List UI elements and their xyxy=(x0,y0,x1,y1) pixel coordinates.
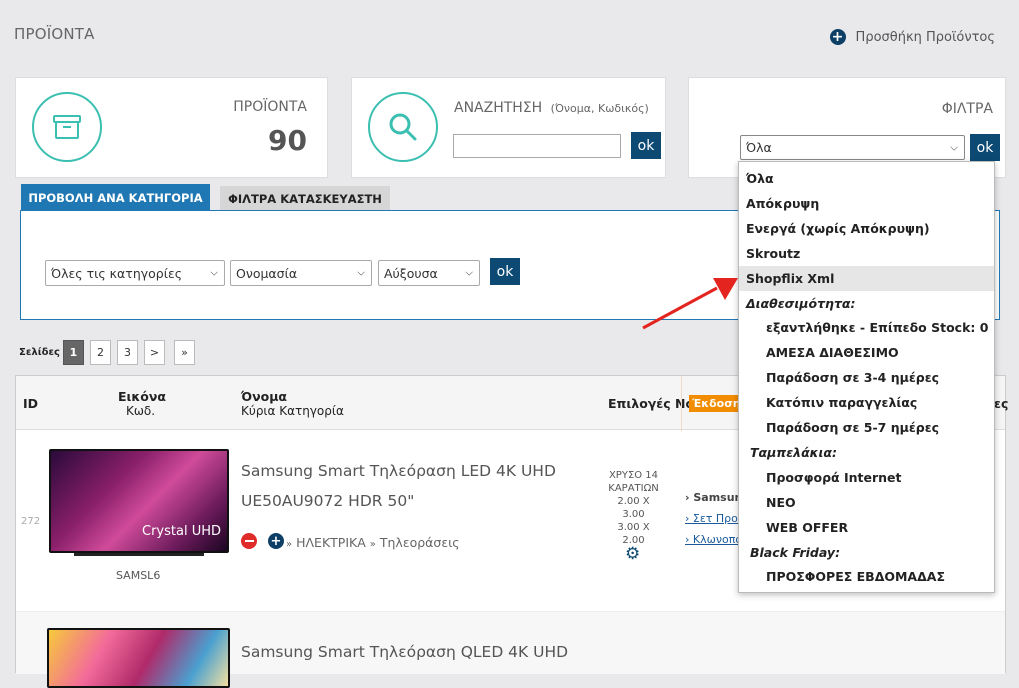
red-arrow-annotation xyxy=(642,278,738,330)
col-image: Εικόνα xyxy=(118,389,166,404)
col-version-badge: Έκδοση xyxy=(689,395,739,412)
dropdown-option[interactable]: ΝΕΟ xyxy=(739,490,994,515)
next-page-button[interactable]: > xyxy=(144,340,165,365)
chevron-down-icon: ⌵ xyxy=(357,267,365,279)
dropdown-option[interactable]: Προσφορά Internet xyxy=(739,465,994,490)
dropdown-option[interactable]: Shopflix Xml xyxy=(739,265,994,291)
search-icon xyxy=(368,92,438,162)
sort-by-select[interactable]: Ονομασία ⌵ xyxy=(230,260,372,286)
add-product-label: Προσθήκη Προϊόντος xyxy=(855,29,995,45)
tv-stand xyxy=(74,553,204,556)
option-line: 3.00 X xyxy=(617,522,650,533)
products-count: 90 xyxy=(268,124,307,157)
plus-circle-icon: + xyxy=(829,29,846,45)
search-hint: (Όνομα, Κωδικός) xyxy=(550,102,649,115)
archive-box-icon xyxy=(32,92,102,162)
dropdown-option[interactable]: Παράδοση σε 5-7 ημέρες xyxy=(739,415,994,440)
products-label: ΠΡΟΪΟΝΤΑ xyxy=(233,99,307,115)
sort-by-value: Ονομασία xyxy=(236,265,298,281)
add-product-link[interactable]: + Προσθήκη Προϊόντος xyxy=(829,29,995,45)
chevron-down-icon: ⌵ xyxy=(950,142,958,153)
dropdown-option[interactable]: Απόκρυψη xyxy=(739,191,994,216)
dropdown-option[interactable]: ΠΡΟΣΦΟΡΕΣ ΕΒΔΟΜΑΔΑΣ xyxy=(739,564,994,589)
col-cut: ες xyxy=(994,396,1009,411)
category-ok-button[interactable]: ok xyxy=(490,258,520,285)
gear-icon[interactable]: ⚙ xyxy=(625,546,640,563)
product-name-line1[interactable]: Samsung Smart Τηλεόραση LED 4K UHD xyxy=(241,462,556,480)
dropdown-option[interactable]: Παράδοση σε 3-4 ημέρες xyxy=(739,365,994,390)
search-title: ΑΝΑΖΗΤΗΣΗ xyxy=(454,100,543,116)
chevron-down-icon: ⌵ xyxy=(465,267,473,279)
filters-label: ΦΙΛΤΡΑ xyxy=(941,101,993,117)
search-ok-button[interactable]: ok xyxy=(631,132,661,159)
page-1-button[interactable]: 1 xyxy=(63,340,84,365)
option-line: ΚΑΡΑΤΙΩΝ xyxy=(608,483,659,494)
dropdown-option[interactable]: WEB OFFER xyxy=(739,515,994,540)
col-name: Όνομα xyxy=(241,389,288,404)
products-count-card: ΠΡΟΪΟΝΤΑ 90 xyxy=(15,77,328,178)
page-title: ΠΡΟΪΟΝΤΑ xyxy=(14,25,95,43)
search-card: ΑΝΑΖΗΤΗΣΗ (Όνομα, Κωδικός) ok xyxy=(351,77,666,178)
dropdown-option[interactable]: Κατόπιν παραγγελίας xyxy=(739,390,994,415)
dropdown-option[interactable]: Skroutz xyxy=(739,241,994,266)
dropdown-option[interactable]: Ενεργά (χωρίς Απόκρυψη) xyxy=(739,216,994,241)
product-name-line1[interactable]: Samsung Smart Τηλεόραση QLED 4K UHD xyxy=(241,643,568,661)
path-sep: » xyxy=(369,539,376,550)
dropdown-group-label: Black Friday: xyxy=(750,544,841,560)
col-main-category: Κύρια Κατηγορία xyxy=(241,404,344,418)
dropdown-option[interactable]: εξαντλήθηκε - Επίπεδο Stock: 0 xyxy=(739,315,994,340)
order-value: Αύξουσα xyxy=(384,265,438,281)
table-row: Samsung Smart Τηλεόραση QLED 4K UHD xyxy=(16,611,1005,688)
dropdown-group-label: Ταμπελάκια: xyxy=(750,444,837,460)
category-select-value: Όλες τις κατηγορίες xyxy=(51,265,183,281)
category-sub[interactable]: Τηλεοράσεις xyxy=(380,535,460,550)
dropdown-group-label: Διαθεσιμότητα: xyxy=(746,295,856,311)
option-line: ΧΡΥΣΟ 14 xyxy=(608,470,659,481)
dropdown-option[interactable]: ΑΜΕΣΑ ΔΙΑΘΕΣΙΜΟ xyxy=(739,340,994,365)
chevron-down-icon: ⌵ xyxy=(210,267,218,279)
page-3-button[interactable]: 3 xyxy=(117,340,138,365)
product-image[interactable] xyxy=(47,628,230,688)
search-input[interactable] xyxy=(453,134,621,158)
row-id: 272 xyxy=(21,516,41,527)
category-select[interactable]: Όλες τις κατηγορίες ⌵ xyxy=(45,260,225,286)
category-path: » ΗΛΕΚΤΡΙΚΑ » Τηλεοράσεις xyxy=(286,535,460,550)
tab-by-category[interactable]: ΠΡΟΒΟΛΗ ΑΝΑ ΚΑΤΗΓΟΡΙΑ xyxy=(21,184,210,211)
remove-category-icon[interactable] xyxy=(241,533,257,549)
product-name-line2[interactable]: UE50AU9072 HDR 50" xyxy=(241,492,414,510)
filters-select-value: Όλα xyxy=(746,140,772,155)
order-select[interactable]: Αύξουσα ⌵ xyxy=(378,260,480,286)
row-code: SAMSL6 xyxy=(116,569,161,582)
add-category-icon[interactable]: + xyxy=(268,533,284,549)
pager-label: Σελίδες xyxy=(19,347,60,358)
product-image-text: Crystal UHD xyxy=(142,524,221,539)
tab-manufacturer-filters[interactable]: ΦΙΛΤΡΑ ΚΑΤΑΣΚΕΥΑΣΤΗ xyxy=(220,186,390,211)
option-line: 3.00 xyxy=(622,509,645,520)
category-main[interactable]: ΗΛΕΚΤΡΙΚΑ xyxy=(296,535,366,550)
last-page-button[interactable]: » xyxy=(174,340,195,365)
product-image[interactable]: Crystal UHD xyxy=(49,449,229,553)
col-code: Κωδ. xyxy=(126,404,156,418)
dropdown-option[interactable]: Όλα xyxy=(739,166,994,191)
page-2-button[interactable]: 2 xyxy=(90,340,111,365)
filters-ok-button[interactable]: ok xyxy=(970,134,1000,161)
options-list: ΧΡΥΣΟ 14 ΚΑΡΑΤΙΩΝ 2.00 X 3.00 3.00 X 2.0… xyxy=(601,469,666,547)
search-label: ΑΝΑΖΗΤΗΣΗ (Όνομα, Κωδικός) xyxy=(454,100,649,116)
col-id: ID xyxy=(23,396,39,411)
filters-select[interactable]: Όλα ⌵ xyxy=(740,135,965,160)
path-sep: » xyxy=(286,539,293,550)
option-line: 2.00 X xyxy=(617,496,650,507)
row-link-clone[interactable]: › Κλωνοπο xyxy=(685,533,742,546)
filters-dropdown-list: Όλα Απόκρυψη Ενεργά (χωρίς Απόκρυψη) Skrout… xyxy=(738,161,995,593)
